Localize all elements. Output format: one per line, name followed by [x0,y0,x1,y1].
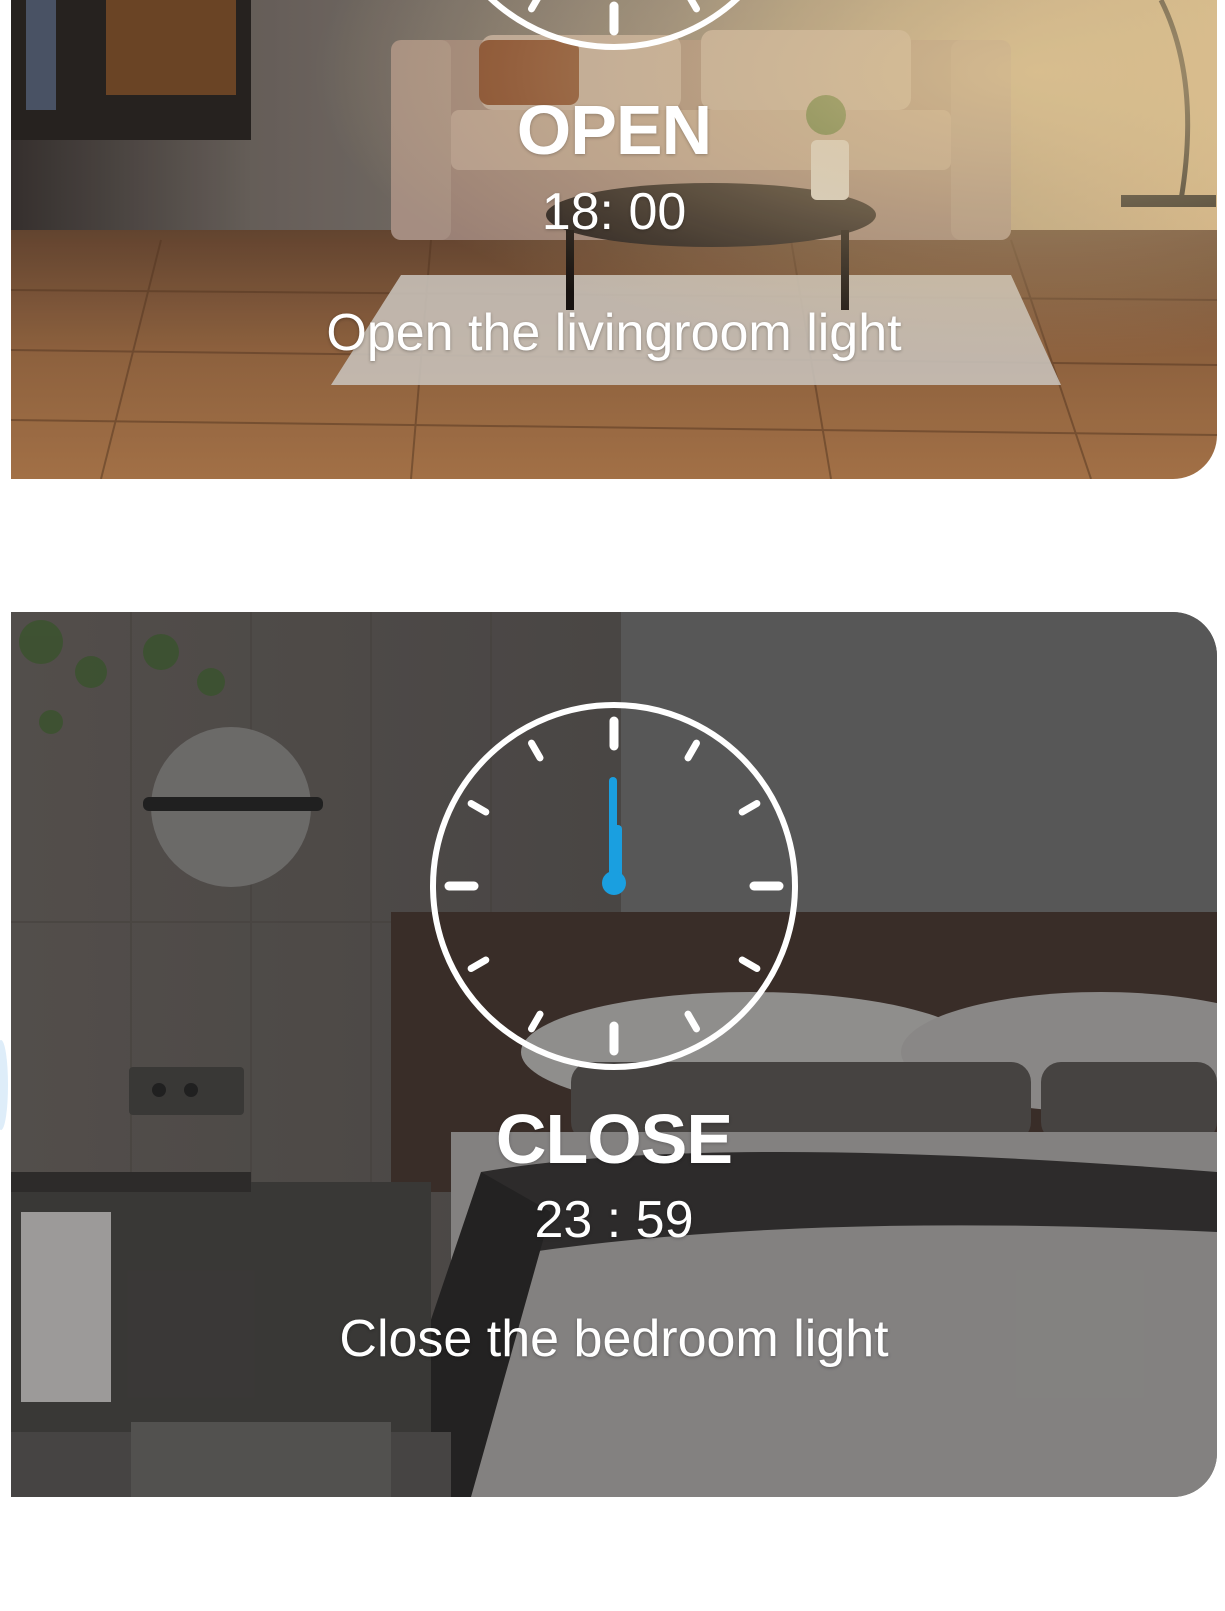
page-edge-decoration [0,1040,8,1130]
clock-tick [467,956,490,972]
clock-tick [528,1010,544,1033]
clock-tick [684,1010,700,1033]
clock-tick [738,956,761,972]
schedule-description: Close the bedroom light [339,1310,889,1368]
schedule-time: 23 : 59 [534,1191,694,1249]
schedule-time: 18: 00 [541,183,687,241]
clock-hand [602,777,626,895]
schedule-card-close[interactable]: CLOSE 23 : 59 Close the bedroom light [11,612,1217,1497]
clock-tick [528,0,541,13]
clock-tick [528,739,544,762]
clock-tick [687,0,700,13]
clock-icon [430,702,798,1070]
clock-tick [467,800,490,816]
action-label: OPEN [516,91,712,169]
schedule-description: Open the livingroom light [326,304,902,362]
clock-icon [487,0,741,50]
clock-tick [738,800,761,816]
action-label: CLOSE [495,1100,733,1178]
clock-tick [684,739,700,762]
schedule-card-open[interactable]: OPEN 18: 00 Open the livingroom light [11,0,1217,479]
